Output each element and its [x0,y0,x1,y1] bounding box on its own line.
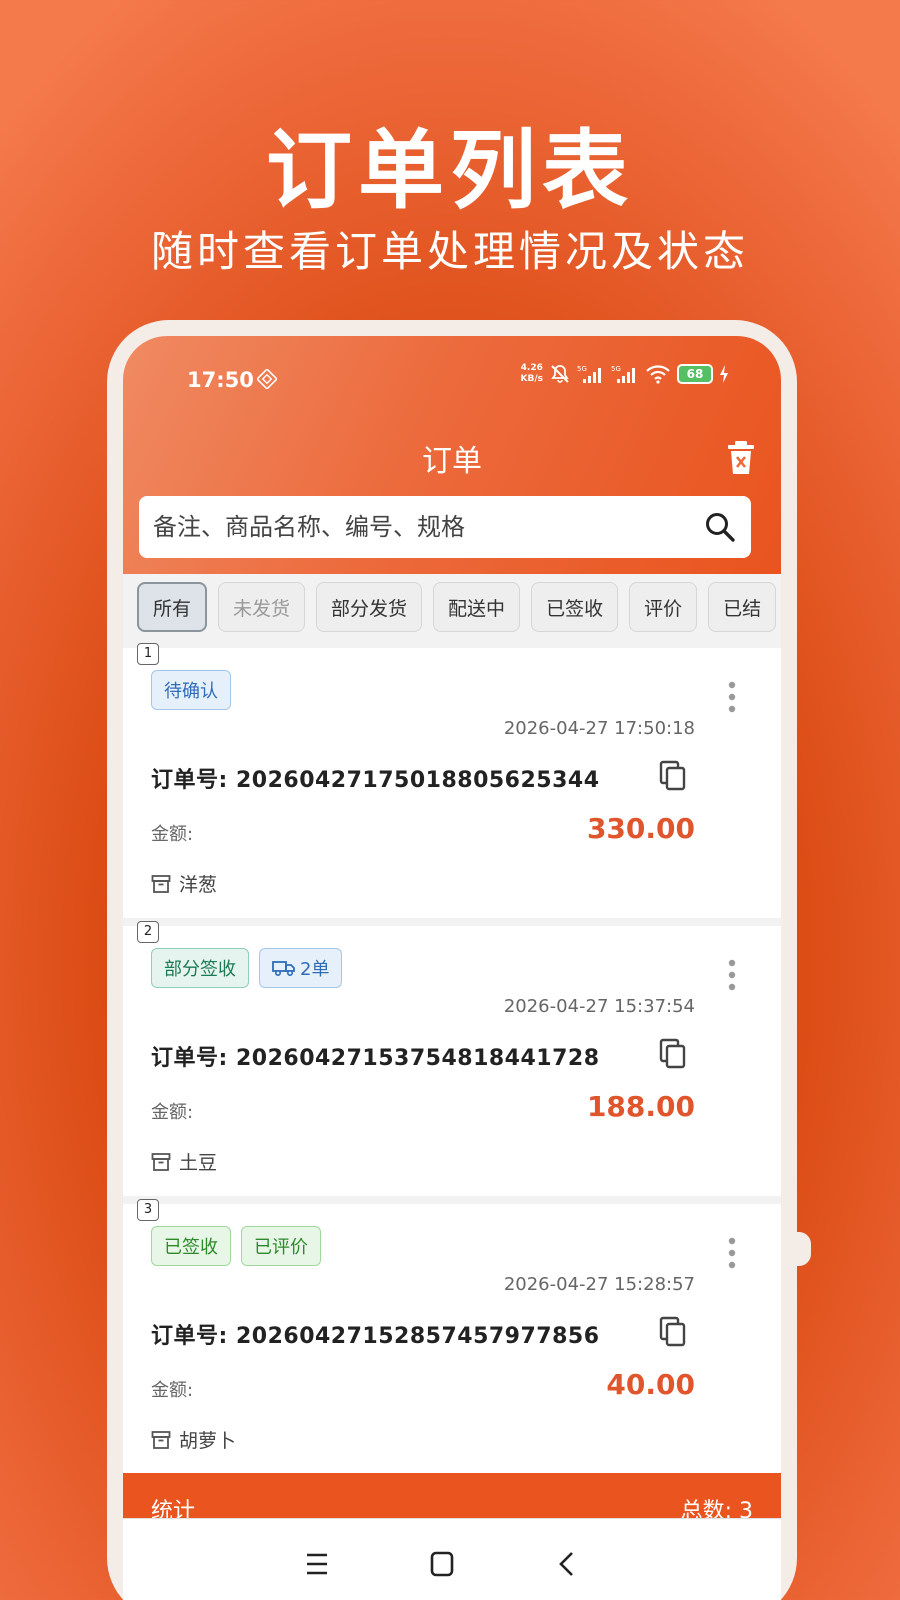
status-badge: 待确认 [151,670,231,710]
filter-closed[interactable]: 已结 [708,582,777,632]
order-time: 2026-04-27 15:37:54 [503,996,695,1017]
more-options-icon[interactable] [727,1236,737,1270]
order-amount: 330.00 [586,812,695,845]
goods-name: 胡萝卜 [179,1430,237,1452]
order-goods: 洋葱 [151,870,217,897]
order-time: 2026-04-27 15:28:57 [503,1274,695,1295]
signal-5g-icon-1: 5G [577,365,601,383]
copy-icon[interactable] [659,1038,687,1070]
status-time: 17:50 [187,368,254,392]
system-nav-bar [123,1518,781,1600]
more-options-icon[interactable] [727,680,737,714]
filter-all[interactable]: 所有 [137,582,208,632]
box-icon [151,1152,171,1171]
order-goods: 胡萝卜 [151,1426,236,1453]
amount-label: 金额: [151,1102,194,1123]
home-icon[interactable] [422,1549,462,1579]
svg-text:5G: 5G [577,365,587,373]
order-amount: 188.00 [586,1090,695,1123]
order-amount: 40.00 [606,1368,695,1401]
page-title: 订单 [422,444,482,479]
order-index: 3 [137,1199,159,1221]
order-tags: 待确认 [151,670,231,710]
amount-label: 金额: [151,1380,194,1401]
more-options-icon[interactable] [727,958,737,992]
shipment-count-badge: 2单 [259,948,343,988]
filter-unshipped[interactable]: 未发货 [218,582,306,632]
menu-icon[interactable] [297,1549,337,1579]
bell-off-icon [551,365,569,383]
review-badge: 已评价 [241,1226,321,1266]
status-bar: 17:50 4.26 KB/s 5G 5G 68 [123,336,781,406]
status-icons: 4.26 KB/s 5G 5G 68 [521,363,729,385]
order-number: 订单号: 20260427175018805625344 [151,768,600,793]
order-index: 1 [137,643,159,665]
filter-delivering[interactable]: 配送中 [433,582,521,632]
phone-side-button [793,1232,811,1266]
box-icon [151,1430,171,1449]
box-icon [151,874,171,893]
search-input[interactable] [153,513,703,541]
order-tags: 已签收 已评价 [151,1226,321,1266]
phone-frame: 17:50 4.26 KB/s 5G 5G 68 订单 备注、商品名称、编号、规… [107,320,811,1600]
battery-indicator: 68 [677,364,713,384]
wifi-icon [646,365,670,384]
status-badge: 部分签收 [151,948,249,988]
order-tags: 部分签收 2单 [151,948,343,988]
phone-screen: 17:50 4.26 KB/s 5G 5G 68 订单 备注、商品名称、编号、规… [123,336,781,1600]
filter-partial-shipped[interactable]: 部分发货 [316,582,423,632]
app-header: 17:50 4.26 KB/s 5G 5G 68 订单 备注、商品名称、编号、规… [123,336,781,574]
order-number: 订单号: 20260427153754818441728 [151,1046,600,1071]
svg-text:5G: 5G [611,365,621,373]
back-icon[interactable] [547,1549,587,1579]
amount-label: 金额: [151,824,194,845]
copy-icon[interactable] [659,760,687,792]
net-speed: 4.26 KB/s [521,363,543,385]
order-goods: 土豆 [151,1148,217,1175]
order-card[interactable]: 3 已签收 已评价 2026-04-27 15:28:57 订单号: 20260… [123,1199,781,1474]
status-badge: 已签收 [151,1226,231,1266]
net-speed-unit: KB/s [520,374,543,384]
order-card[interactable]: 1 待确认 2026-04-27 17:50:18 订单号: 202604271… [123,643,781,918]
filter-review[interactable]: 评价 [629,582,698,632]
net-speed-value: 4.26 [520,363,543,373]
trash-icon[interactable] [725,440,757,476]
signal-5g-icon-2: 5G [611,365,635,383]
goods-name: 土豆 [179,1152,218,1174]
goods-name: 洋葱 [179,874,218,896]
search-icon[interactable] [703,510,737,544]
filter-tabs: 所有 未发货 部分发货 配送中 已签收 评价 已结 [137,582,781,638]
search-bar [139,496,751,558]
nfc-icon [257,369,277,389]
filter-signed[interactable]: 已签收 [531,582,619,632]
truck-icon [272,961,295,977]
order-index: 2 [137,921,159,943]
copy-icon[interactable] [659,1316,687,1348]
order-time: 2026-04-27 17:50:18 [503,718,695,739]
promo-subtitle: 随时查看订单处理情况及状态 [150,227,749,276]
charging-icon [720,365,728,383]
order-number: 订单号: 20260427152857457977856 [151,1324,600,1349]
order-card[interactable]: 2 部分签收 2单 2026-04-27 15:37:54 订单号: 20260… [123,921,781,1196]
shipment-count: 2单 [300,959,330,980]
promo-title: 订单列表 [266,121,634,221]
